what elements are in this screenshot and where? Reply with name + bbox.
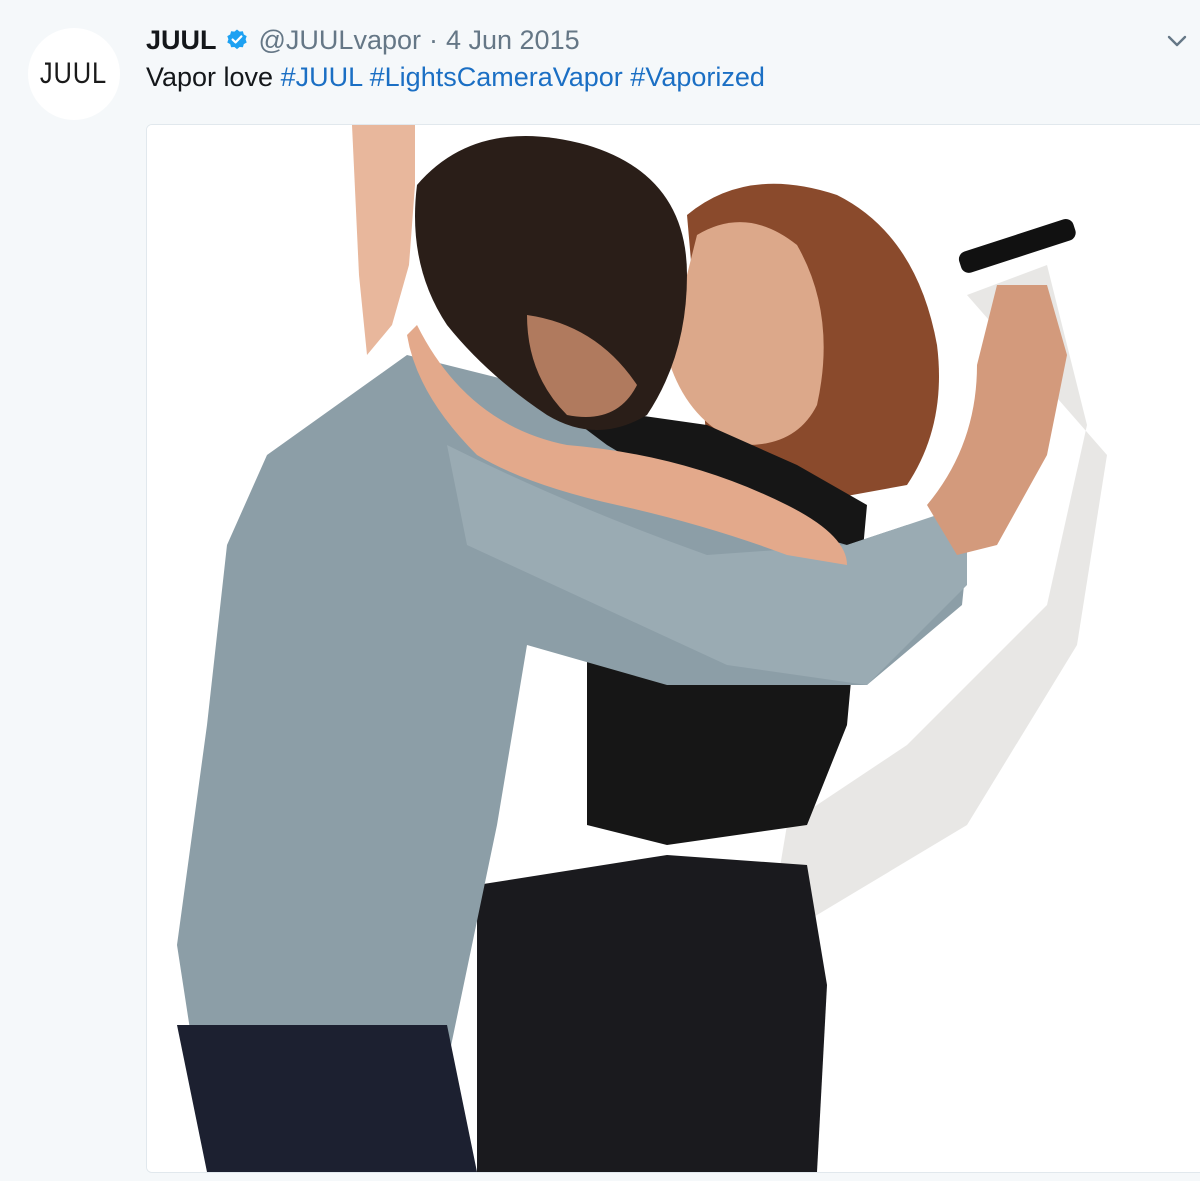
tweet[interactable]: JUUL JUUL @JUULvapor · 4 Jun 2015 Vapor …	[0, 0, 1200, 1181]
handle[interactable]: @JUULvapor	[259, 25, 421, 56]
tweet-text: Vapor love #JUUL #LightsCameraVapor #Vap…	[146, 62, 765, 93]
tweet-media[interactable]	[146, 124, 1200, 1173]
hashtag-juul[interactable]: #JUUL	[281, 62, 363, 92]
display-name[interactable]: JUUL	[146, 25, 217, 56]
tweet-header: JUUL @JUULvapor · 4 Jun 2015	[146, 22, 580, 58]
chevron-down-icon[interactable]	[1166, 30, 1188, 52]
avatar[interactable]: JUUL	[28, 28, 120, 120]
separator-dot: ·	[428, 24, 438, 55]
photo-couple-kissing-image	[147, 125, 1200, 1172]
hashtag-vaporized[interactable]: #Vaporized	[630, 62, 765, 92]
verified-badge-icon	[225, 28, 249, 52]
tweet-date[interactable]: 4 Jun 2015	[446, 25, 580, 56]
avatar-logo: JUUL	[40, 57, 108, 90]
tweet-text-prefix: Vapor love	[146, 62, 274, 92]
hashtag-lightscameravapor[interactable]: #LightsCameraVapor	[370, 62, 623, 92]
